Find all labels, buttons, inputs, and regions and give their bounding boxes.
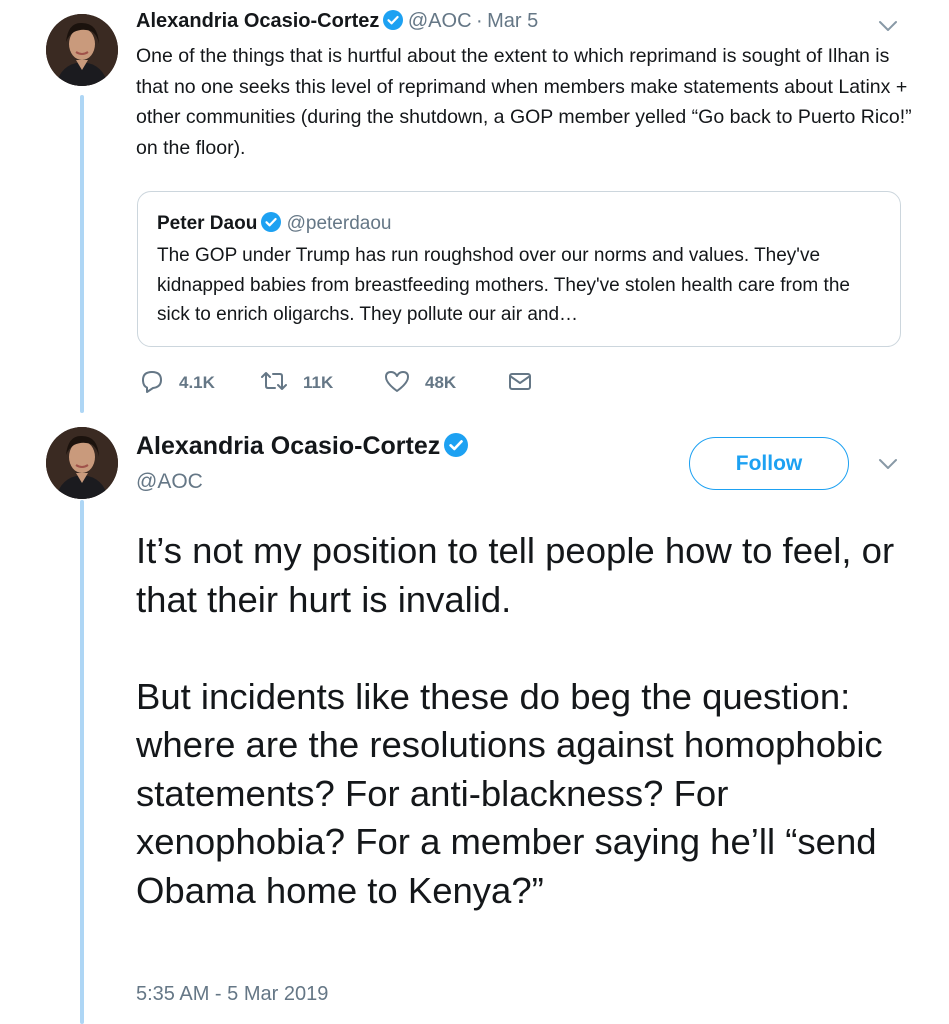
- author-name[interactable]: Alexandria Ocasio-Cortez: [136, 10, 379, 32]
- verified-badge-icon: [444, 433, 469, 457]
- quoted-tweet[interactable]: Peter Daou @peterdaou The GOP under Trum…: [137, 191, 901, 347]
- quoted-tweet-header: Peter Daou @peterdaou: [157, 212, 391, 235]
- tweet-text: One of the things that is hurtful about …: [136, 45, 912, 159]
- author-name[interactable]: Alexandria Ocasio-Cortez: [136, 432, 440, 460]
- tweet-header: Alexandria Ocasio-Cortez @AOC · Mar 5: [136, 10, 538, 33]
- like-count: 48K: [425, 373, 457, 392]
- like-button[interactable]: 48K: [383, 366, 456, 400]
- direct-message-icon: [507, 368, 547, 399]
- quoted-author-handle: @peterdaou: [286, 213, 392, 234]
- author-handle[interactable]: @AOC: [136, 470, 203, 494]
- tweet-timestamp[interactable]: 5:35 AM - 5 Mar 2019: [136, 983, 328, 1006]
- author-handle[interactable]: @AOC: [408, 10, 472, 32]
- retweet-icon: [259, 368, 303, 399]
- tweet-date[interactable]: Mar 5: [487, 10, 538, 32]
- reply-icon: [139, 368, 179, 399]
- chevron-down-icon[interactable]: [876, 14, 900, 38]
- chevron-down-icon[interactable]: [876, 452, 900, 476]
- thread-connector-line: [80, 500, 84, 1024]
- direct-message-button[interactable]: [507, 366, 547, 400]
- thread-connector-line: [80, 95, 84, 413]
- tweet-author: Alexandria Ocasio-Cortez: [136, 432, 469, 461]
- tweet-paragraph: It’s not my position to tell people how …: [136, 530, 895, 620]
- retweet-button[interactable]: 11K: [259, 366, 333, 400]
- avatar[interactable]: [46, 14, 118, 86]
- reply-button[interactable]: 4.1K: [139, 366, 215, 400]
- quoted-author-name: Peter Daou: [157, 213, 258, 234]
- quoted-tweet-text: The GOP under Trump has run roughshod ov…: [157, 245, 850, 325]
- retweet-count: 11K: [303, 373, 334, 392]
- avatar[interactable]: [46, 427, 118, 499]
- verified-badge-icon: [261, 212, 282, 232]
- tweet-text: It’s not my position to tell people how …: [136, 527, 926, 915]
- verified-badge-icon: [383, 10, 404, 30]
- separator-dot: ·: [475, 10, 483, 32]
- reply-count: 4.1K: [179, 373, 215, 392]
- follow-button[interactable]: Follow: [689, 437, 849, 490]
- like-icon: [383, 368, 425, 399]
- tweet-paragraph: But incidents like these do beg the ques…: [136, 675, 883, 911]
